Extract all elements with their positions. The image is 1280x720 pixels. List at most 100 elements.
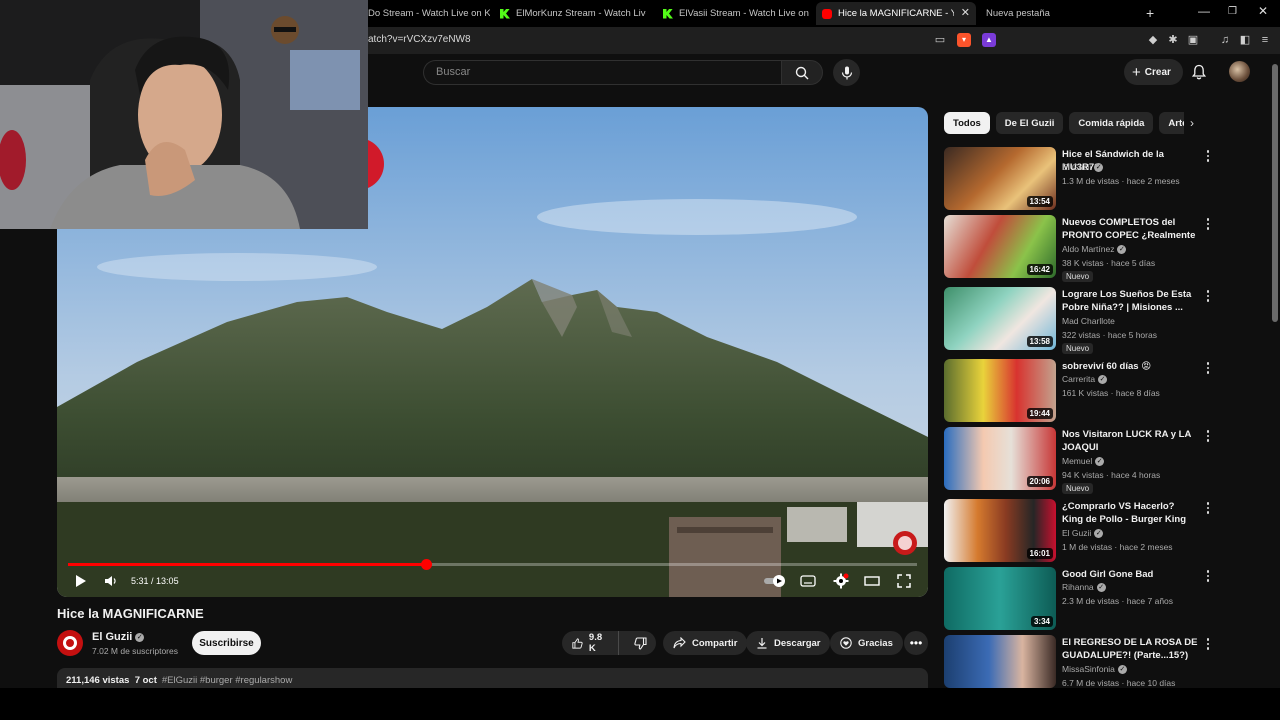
search-button[interactable] bbox=[781, 60, 823, 85]
dislike-button[interactable] bbox=[625, 631, 656, 655]
video-thumbnail[interactable] bbox=[944, 635, 1056, 688]
video-thumbnail[interactable]: 3:34 bbox=[944, 567, 1056, 630]
verified-check-icon: ✓ bbox=[1095, 457, 1105, 467]
voice-search-button[interactable] bbox=[833, 59, 860, 86]
rec-channel[interactable]: MissaSinfonia ✓ bbox=[1062, 664, 1127, 675]
diamond-icon[interactable]: ◆ bbox=[1146, 33, 1160, 47]
list-item[interactable]: 13:54 Hice el Sándwich de la MU3R73 El G… bbox=[944, 147, 1264, 211]
rec-channel[interactable]: Mad Charllote bbox=[1062, 316, 1115, 326]
tab-5[interactable]: Nueva pestaña bbox=[980, 2, 1100, 25]
extensions-icon[interactable]: ✱ bbox=[1166, 33, 1180, 47]
rewards-icon[interactable]: ▲ bbox=[982, 33, 996, 47]
video-thumbnail[interactable]: 16:42 bbox=[944, 215, 1056, 278]
rec-channel[interactable]: El Guzii ✓ bbox=[1062, 528, 1104, 539]
sidebar-icon[interactable]: ◧ bbox=[1238, 33, 1252, 47]
more-vertical-icon[interactable] bbox=[1204, 149, 1212, 163]
chip-comida-rapida[interactable]: Comida rápida bbox=[1069, 112, 1154, 134]
more-actions-button[interactable]: ••• bbox=[904, 631, 928, 655]
more-vertical-icon[interactable] bbox=[1204, 501, 1212, 515]
rec-title[interactable]: Lograre Los Sueños De Esta Pobre Niña?? … bbox=[1062, 288, 1198, 314]
subscribe-button[interactable]: Suscribirse bbox=[192, 631, 261, 655]
video-thumbnail[interactable]: 16:01 bbox=[944, 499, 1056, 562]
menu-icon[interactable]: ≡ bbox=[1258, 33, 1272, 47]
like-button[interactable]: 9.8 K bbox=[562, 631, 619, 655]
new-badge: Nuevo bbox=[1062, 483, 1094, 494]
like-count: 9.8 K bbox=[588, 632, 603, 654]
play-icon[interactable] bbox=[75, 573, 87, 589]
list-item[interactable]: 20:06 Nos Visitaron LUCK RA y LA JOAQUI … bbox=[944, 427, 1264, 494]
reading-list-icon[interactable]: ▣ bbox=[1186, 33, 1200, 47]
screen-icon[interactable]: ▭ bbox=[933, 33, 947, 47]
video-progress-fill bbox=[68, 563, 427, 566]
chevron-right-icon[interactable]: › bbox=[1190, 116, 1194, 130]
account-avatar[interactable] bbox=[1229, 61, 1250, 82]
rec-channel[interactable]: Carrerita ✓ bbox=[1062, 374, 1108, 385]
chip-arte[interactable]: Arte cu bbox=[1159, 112, 1184, 134]
channel-name[interactable]: El Guzii ✓ bbox=[92, 631, 145, 643]
close-icon[interactable]: ✕ bbox=[961, 6, 970, 19]
tab-3[interactable]: ElVasii Stream - Watch Live on Kick bbox=[657, 2, 809, 25]
more-vertical-icon[interactable] bbox=[1204, 289, 1212, 303]
rec-meta: 1 M de vistas · hace 2 meses bbox=[1062, 542, 1173, 552]
rec-channel[interactable]: Memuel ✓ bbox=[1062, 456, 1105, 467]
list-item[interactable]: 13:58 Lograre Los Sueños De Esta Pobre N… bbox=[944, 287, 1264, 354]
list-item[interactable]: 16:01 ¿Comprarlo VS Hacerlo? King de Pol… bbox=[944, 499, 1264, 563]
tab-2[interactable]: ElMorKunz Stream - Watch Live on Kick bbox=[494, 2, 646, 25]
subscriber-count: 7.02 M de suscriptores bbox=[92, 646, 178, 656]
rec-title[interactable]: Nuevos COMPLETOS del PRONTO COPEC ¿Realm… bbox=[1062, 216, 1198, 242]
list-item[interactable]: 3:34 Good Girl Gone Bad Rihanna ✓ 2.3 M d… bbox=[944, 567, 1264, 631]
scrollbar-thumb[interactable] bbox=[1272, 64, 1278, 322]
tab-4-active[interactable]: Hice la MAGNIFICARNE - YouTube ✕ bbox=[816, 2, 976, 25]
rec-channel[interactable]: El Guzii ✓ bbox=[1062, 162, 1104, 173]
more-vertical-icon[interactable] bbox=[1204, 361, 1212, 375]
subtitles-icon[interactable] bbox=[800, 573, 816, 589]
more-vertical-icon[interactable] bbox=[1204, 429, 1212, 443]
rec-meta: 6.7 M de vistas · hace 10 días bbox=[1062, 678, 1176, 688]
more-vertical-icon[interactable] bbox=[1204, 217, 1212, 231]
volume-icon[interactable] bbox=[104, 573, 118, 589]
music-icon[interactable]: ♫ bbox=[1218, 33, 1232, 47]
rec-title[interactable]: Nos Visitaron LUCK RA y LA JOAQUI bbox=[1062, 428, 1198, 454]
video-thumbnail[interactable]: 19:44 bbox=[944, 359, 1056, 422]
video-thumbnail[interactable]: 13:54 bbox=[944, 147, 1056, 210]
channel-avatar[interactable] bbox=[57, 630, 83, 656]
chip-de-el-guzii[interactable]: De El Guzii bbox=[995, 112, 1064, 134]
theater-mode-icon[interactable] bbox=[864, 573, 880, 589]
rec-title[interactable]: Good Girl Gone Bad bbox=[1062, 568, 1198, 581]
page-scrollbar[interactable] bbox=[1271, 54, 1279, 688]
rec-title[interactable]: sobreviví 60 días 😡 bbox=[1062, 360, 1198, 373]
url-text[interactable]: atch?v=rVCXzv7eNW8 bbox=[368, 34, 471, 45]
tab-1[interactable]: Do Stream - Watch Live on Kick bbox=[362, 2, 490, 25]
share-button[interactable]: Compartir bbox=[663, 631, 748, 655]
chip-todos[interactable]: Todos bbox=[944, 112, 990, 134]
autoplay-toggle-icon[interactable] bbox=[763, 573, 787, 589]
video-progress-bar[interactable] bbox=[68, 559, 917, 570]
more-vertical-icon[interactable] bbox=[1204, 637, 1212, 651]
minimize-icon[interactable]: — bbox=[1198, 4, 1210, 18]
restore-icon[interactable]: ❐ bbox=[1228, 6, 1237, 17]
rec-title[interactable]: ¿Comprarlo VS Hacerlo? King de Pollo - B… bbox=[1062, 500, 1198, 526]
rec-channel[interactable]: Rihanna ✓ bbox=[1062, 582, 1106, 593]
create-button[interactable]: + Crear bbox=[1124, 59, 1183, 85]
more-horizontal-icon: ••• bbox=[909, 636, 923, 650]
close-window-icon[interactable]: ✕ bbox=[1258, 4, 1268, 18]
brave-shield-icon[interactable]: ▾ bbox=[957, 33, 971, 47]
hashtags[interactable]: #ElGuzii #burger #regularshow bbox=[162, 675, 292, 686]
thanks-button[interactable]: Gracias bbox=[830, 631, 903, 655]
settings-gear-icon[interactable] bbox=[833, 573, 849, 589]
fullscreen-icon[interactable] bbox=[897, 573, 911, 589]
new-tab-plus-icon[interactable]: + bbox=[1146, 5, 1154, 21]
rec-channel[interactable]: Aldo Martínez ✓ bbox=[1062, 244, 1127, 255]
video-thumbnail[interactable]: 13:58 bbox=[944, 287, 1056, 350]
download-button[interactable]: Descargar bbox=[746, 631, 831, 655]
rec-title[interactable]: El REGRESO DE LA ROSA DE GUADALUPE?! (Pa… bbox=[1062, 636, 1198, 662]
notifications-bell-icon[interactable] bbox=[1192, 64, 1206, 80]
list-item[interactable]: El REGRESO DE LA ROSA DE GUADALUPE?! (Pa… bbox=[944, 635, 1264, 688]
more-vertical-icon[interactable] bbox=[1204, 569, 1212, 583]
video-thumbnail[interactable]: 20:06 bbox=[944, 427, 1056, 490]
tab-label: Hice la MAGNIFICARNE - YouTube bbox=[838, 8, 954, 19]
list-item[interactable]: 19:44 sobreviví 60 días 😡 Carrerita ✓ 161… bbox=[944, 359, 1264, 423]
duration-badge: 13:58 bbox=[1026, 336, 1053, 347]
list-item[interactable]: 16:42 Nuevos COMPLETOS del PRONTO COPEC … bbox=[944, 215, 1264, 282]
search-input[interactable]: Buscar bbox=[423, 60, 781, 85]
